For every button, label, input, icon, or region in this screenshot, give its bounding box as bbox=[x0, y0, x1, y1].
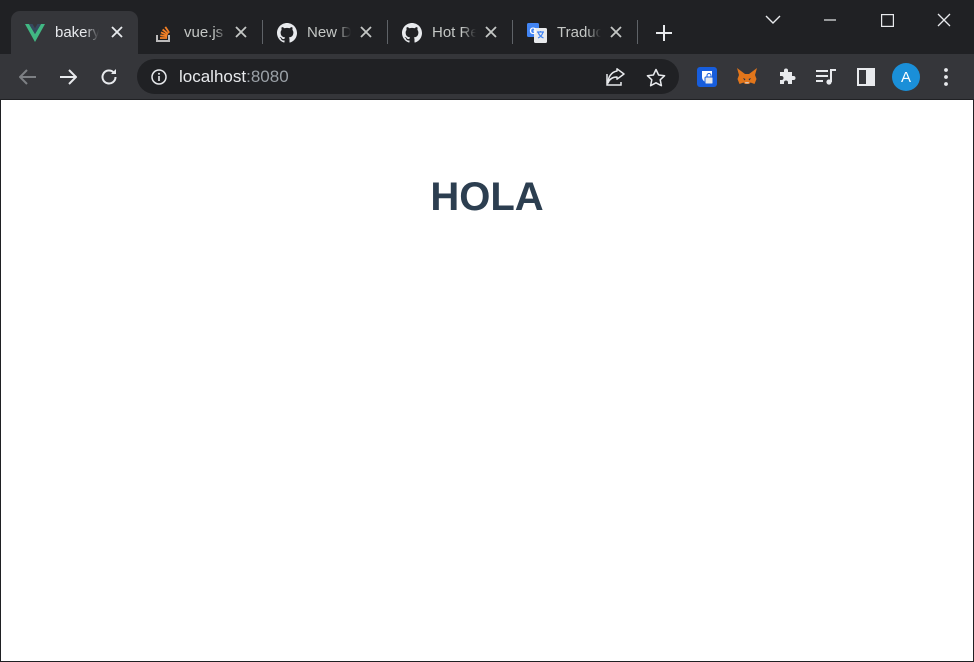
site-info-icon[interactable] bbox=[149, 67, 169, 87]
tab-title: bakery bbox=[55, 24, 99, 41]
tab-new-discussion[interactable]: New Discussion bbox=[263, 11, 387, 54]
page-viewport: HOLA bbox=[1, 100, 973, 661]
reload-button[interactable] bbox=[93, 61, 125, 93]
bookmark-star-icon[interactable] bbox=[640, 61, 672, 93]
tab-search-button[interactable] bbox=[745, 0, 801, 40]
github-icon bbox=[402, 22, 422, 43]
tab-title: vue.js - Stack Overflow bbox=[184, 24, 228, 41]
side-panel-icon[interactable] bbox=[850, 61, 882, 93]
more-menu-icon[interactable] bbox=[930, 61, 962, 93]
back-button[interactable] bbox=[12, 61, 44, 93]
svg-text:G: G bbox=[530, 26, 537, 36]
close-tab-icon[interactable] bbox=[357, 23, 375, 41]
close-tab-icon[interactable] bbox=[607, 23, 625, 41]
profile-avatar[interactable]: A bbox=[892, 63, 920, 91]
address-url: localhost:8080 bbox=[179, 67, 289, 87]
address-bar[interactable]: localhost:8080 bbox=[137, 59, 679, 94]
media-control-icon[interactable] bbox=[810, 61, 842, 93]
close-window-button[interactable] bbox=[916, 0, 972, 40]
google-translate-icon: G bbox=[527, 22, 547, 43]
share-icon[interactable] bbox=[600, 61, 632, 93]
extensions-puzzle-icon[interactable] bbox=[771, 61, 803, 93]
close-tab-icon[interactable] bbox=[232, 23, 250, 41]
browser-toolbar: localhost:8080 A bbox=[0, 54, 974, 100]
forward-button[interactable] bbox=[52, 61, 84, 93]
github-icon bbox=[277, 22, 297, 43]
tab-traductor[interactable]: G Traductor bbox=[513, 11, 637, 54]
tab-title: Hot Reload bbox=[432, 24, 476, 41]
page-heading: HOLA bbox=[430, 175, 544, 219]
bitwarden-extension-icon[interactable] bbox=[691, 61, 723, 93]
new-tab-button[interactable] bbox=[650, 19, 678, 47]
minimize-button[interactable] bbox=[802, 0, 858, 40]
close-tab-icon[interactable] bbox=[108, 23, 126, 41]
metamask-fox-icon[interactable] bbox=[731, 61, 763, 93]
url-port: :8080 bbox=[246, 67, 289, 86]
tab-strip: bakery vue.js - Stack Overflow New Discu… bbox=[0, 0, 974, 54]
close-tab-icon[interactable] bbox=[482, 23, 500, 41]
maximize-button[interactable] bbox=[859, 0, 915, 40]
tab-separator bbox=[637, 20, 638, 44]
tab-hot-reload[interactable]: Hot Reload bbox=[388, 11, 512, 54]
tab-stackoverflow[interactable]: vue.js - Stack Overflow bbox=[140, 11, 262, 54]
tab-title: Traductor bbox=[557, 24, 601, 41]
vue-logo-icon bbox=[25, 23, 45, 43]
stackoverflow-icon bbox=[154, 23, 174, 43]
tab-bakery[interactable]: bakery bbox=[11, 11, 138, 54]
tab-title: New Discussion bbox=[307, 24, 351, 41]
url-host: localhost bbox=[179, 67, 247, 86]
